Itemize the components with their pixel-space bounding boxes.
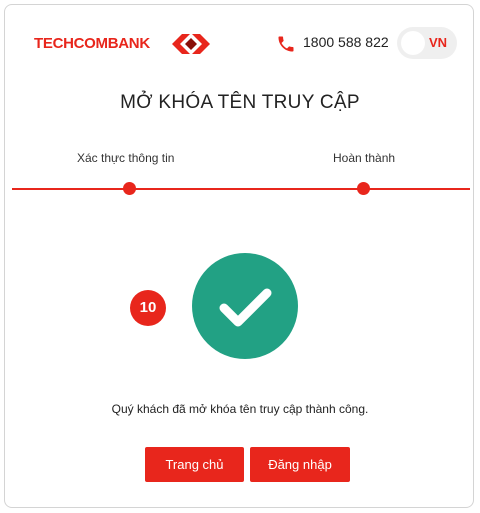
step-label-complete: Hoàn thành — [333, 151, 396, 165]
techcombank-logo-text: TECHCOMBANK — [34, 35, 150, 52]
annotation-badge: 10 — [130, 290, 166, 326]
language-toggle-knob — [401, 31, 425, 55]
page-title: MỞ KHÓA TÊN TRUY CẬP — [120, 92, 360, 113]
success-circle — [192, 253, 298, 359]
techcombank-logo-icon — [172, 34, 210, 54]
step-dot-complete — [357, 182, 370, 195]
step-dot-verify — [123, 182, 136, 195]
login-button[interactable]: Đăng nhập — [250, 447, 350, 482]
language-toggle[interactable]: VN — [397, 27, 457, 59]
step-label-verify: Xác thực thông tin — [77, 151, 175, 165]
home-button[interactable]: Trang chủ — [145, 447, 244, 482]
language-label: VN — [429, 35, 448, 50]
progress-line — [12, 188, 470, 190]
hotline-number[interactable]: 1800 588 822 — [303, 34, 389, 50]
phone-icon — [278, 36, 294, 52]
check-icon — [219, 288, 272, 327]
success-message: Quý khách đã mở khóa tên truy cập thành … — [111, 402, 369, 416]
